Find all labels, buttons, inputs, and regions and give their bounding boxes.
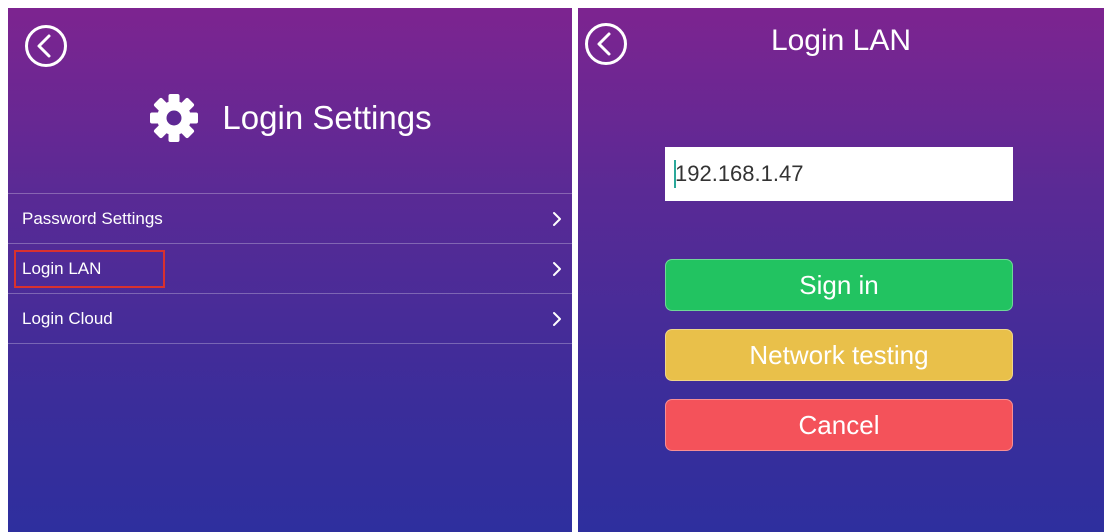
network-testing-button[interactable]: Network testing bbox=[665, 329, 1013, 381]
page-title: Login Settings bbox=[222, 99, 432, 136]
ip-address-input[interactable] bbox=[665, 147, 1013, 201]
settings-menu: Password Settings Login LAN Login Cloud bbox=[8, 193, 572, 344]
login-lan-screen: Login LAN Sign in Network testing Cancel bbox=[578, 8, 1104, 532]
gear-icon bbox=[148, 92, 200, 144]
chevron-right-icon bbox=[550, 261, 564, 277]
back-button[interactable] bbox=[24, 24, 68, 68]
menu-item-label: Login LAN bbox=[13, 249, 166, 288]
cancel-button[interactable]: Cancel bbox=[665, 399, 1013, 451]
menu-item-login-cloud[interactable]: Login Cloud bbox=[8, 294, 572, 344]
chevron-right-icon bbox=[550, 211, 564, 227]
chevron-right-icon bbox=[550, 311, 564, 327]
menu-item-password-settings[interactable]: Password Settings bbox=[8, 194, 572, 244]
menu-item-label: Login Cloud bbox=[22, 308, 113, 328]
text-cursor bbox=[674, 160, 676, 188]
page-header: Login Settings bbox=[8, 90, 572, 146]
menu-item-login-lan[interactable]: Login LAN bbox=[8, 244, 572, 294]
sign-in-button[interactable]: Sign in bbox=[665, 259, 1013, 311]
page-title: Login LAN bbox=[770, 24, 912, 57]
back-circle-icon bbox=[25, 25, 67, 67]
menu-item-label: Password Settings bbox=[22, 208, 163, 228]
login-settings-screen: Login Settings Password Settings Login L… bbox=[8, 8, 572, 532]
